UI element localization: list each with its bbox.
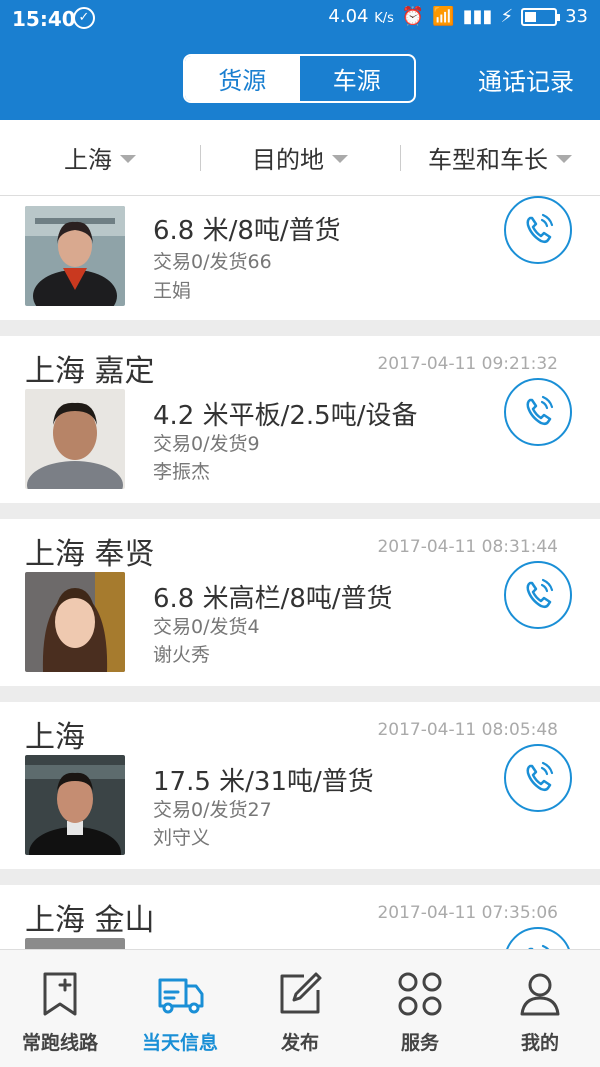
battery-level: 33	[565, 6, 588, 27]
nav-label: 服务	[400, 1032, 439, 1054]
phone-icon	[528, 944, 550, 949]
cargo-spec: 4.2 米平板/2.5吨/设备	[153, 401, 418, 431]
nav-profile[interactable]: 我的	[480, 950, 600, 1067]
cargo-spec: 6.8 米高栏/8吨/普货	[153, 584, 393, 614]
edit-icon	[280, 972, 322, 1014]
signal-icon: ▮▮▮	[462, 6, 493, 27]
post-date: 2017-04-11 08:31:44	[377, 537, 558, 557]
post-date: 2017-04-11 07:35:06	[377, 903, 558, 923]
phone-icon	[526, 213, 554, 244]
call-button[interactable]	[504, 378, 572, 446]
cargo-card[interactable]: 上海 2017-04-11 08:05:48 17.5 米/31吨/普货 交易0…	[0, 702, 600, 869]
status-time: 15:40	[12, 7, 76, 31]
truck-icon	[158, 978, 204, 1014]
cargo-region: 上海 奉贤	[25, 537, 155, 572]
nav-services[interactable]: 服务	[360, 950, 480, 1067]
call-button[interactable]	[504, 744, 572, 812]
filter-origin-label: 上海	[64, 146, 112, 174]
call-button[interactable]	[504, 927, 572, 949]
sync-icon: ✓	[73, 7, 95, 29]
status-bar: 15:40 ✓ 4.04 K/s ⏰ 📶 ▮▮▮ ⚡ 33	[0, 0, 600, 38]
post-date: 2017-04-11 09:21:32	[377, 354, 558, 374]
trade-stats: 交易0/发货66	[153, 251, 272, 273]
contact-name: 王娟	[153, 280, 192, 302]
contact-name: 谢火秀	[153, 644, 211, 666]
cargo-region: 上海 嘉定	[25, 354, 155, 389]
trade-stats: 交易0/发货4	[153, 616, 260, 638]
tab-cargo-source[interactable]: 货源	[185, 56, 300, 101]
call-button[interactable]	[504, 561, 572, 629]
cargo-region: 上海 金山	[25, 903, 155, 938]
filter-origin[interactable]: 上海	[0, 120, 200, 195]
call-log-link[interactable]: 通话记录	[478, 62, 574, 97]
tab-vehicle-source[interactable]: 车源	[300, 56, 415, 101]
avatar	[25, 755, 125, 855]
bottom-nav: 常跑线路 当天信息 发布 服务 我的	[0, 949, 600, 1067]
app-header: 15:40 ✓ 4.04 K/s ⏰ 📶 ▮▮▮ ⚡ 33 货源 车源 通话记录	[0, 0, 600, 120]
nav-label: 发布	[280, 1032, 319, 1054]
filter-bar: 上海 目的地 车型和车长	[0, 120, 600, 196]
caret-down-icon	[332, 154, 348, 163]
avatar	[25, 938, 125, 949]
nav-label: 当天信息	[141, 1032, 218, 1054]
nav-today-info[interactable]: 当天信息	[120, 950, 240, 1067]
nav-label: 我的	[520, 1032, 559, 1054]
filter-destination[interactable]: 目的地	[200, 120, 400, 195]
filter-destination-label: 目的地	[252, 146, 324, 174]
trade-stats: 交易0/发货27	[153, 799, 272, 821]
grid-icon	[398, 972, 442, 1016]
person-icon	[520, 973, 560, 1016]
cargo-card[interactable]: 上海 嘉定 2017-04-11 09:21:32 4.2 米平板/2.5吨/设…	[0, 336, 600, 503]
filter-vehicle-label: 车型和车长	[428, 146, 548, 174]
cargo-card[interactable]: 上海 奉贤 2017-04-11 08:31:44 6.8 米高栏/8吨/普货 …	[0, 519, 600, 686]
nav-frequent-routes[interactable]: 常跑线路	[0, 950, 120, 1067]
charging-icon: ⚡	[500, 6, 514, 27]
call-button[interactable]	[504, 196, 572, 264]
filter-vehicle[interactable]: 车型和车长	[400, 120, 600, 195]
phone-icon	[526, 578, 554, 609]
cargo-card[interactable]: 上海 金山 2017-04-11 07:35:06	[0, 885, 600, 949]
nav-label: 常跑线路	[21, 1032, 98, 1054]
post-date: 2017-04-11 08:05:48	[377, 720, 558, 740]
battery-icon	[521, 7, 561, 26]
wifi-icon: 📶	[432, 6, 455, 27]
cargo-list: 6.8 米/8吨/普货 交易0/发货66 王娟 上海 嘉定 2017-04-11…	[0, 196, 600, 949]
phone-icon	[526, 761, 554, 792]
cargo-region: 上海	[25, 720, 85, 755]
cargo-spec: 17.5 米/31吨/普货	[153, 767, 374, 797]
source-switch: 货源 车源	[183, 54, 416, 103]
net-speed: 4.04 K/s	[328, 6, 394, 27]
cargo-spec: 6.8 米/8吨/普货	[153, 216, 341, 246]
trade-stats: 交易0/发货9	[153, 433, 260, 455]
phone-icon	[526, 395, 554, 426]
contact-name: 刘守义	[153, 827, 211, 849]
nav-publish[interactable]: 发布	[240, 950, 360, 1067]
caret-down-icon	[556, 154, 572, 163]
contact-name: 李振杰	[153, 461, 211, 483]
avatar	[25, 206, 125, 306]
alarm-icon: ⏰	[401, 6, 425, 27]
caret-down-icon	[120, 154, 136, 163]
avatar	[25, 572, 125, 672]
cargo-card[interactable]: 6.8 米/8吨/普货 交易0/发货66 王娟	[0, 196, 600, 320]
avatar	[25, 389, 125, 489]
bookmark-plus-icon	[43, 972, 77, 1016]
